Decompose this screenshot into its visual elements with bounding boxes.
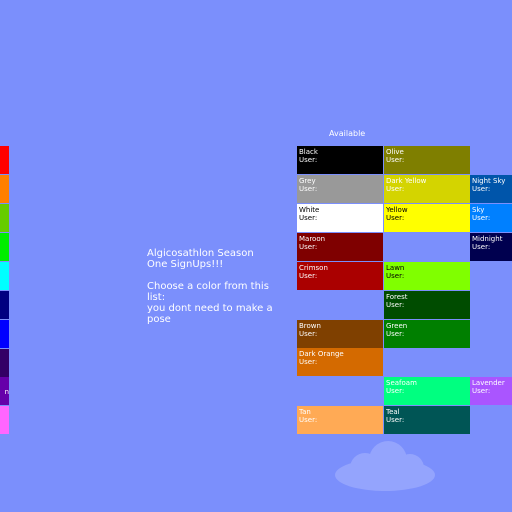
left-swatch: [0, 233, 9, 261]
color-name: Dark Yellow: [386, 177, 427, 185]
user-label: User:: [299, 156, 318, 164]
color-name: Brown: [299, 322, 321, 330]
left-swatch: [0, 175, 9, 203]
color-name: Green: [386, 322, 408, 330]
user-label: User:: [299, 416, 318, 424]
color-name: Seafoam: [386, 379, 417, 387]
user-label: User:: [386, 301, 405, 309]
color-tile-green[interactable]: Green User:: [384, 320, 470, 348]
available-heading: Available: [329, 129, 366, 138]
color-tile-lavender[interactable]: Lavender User:: [470, 377, 512, 405]
user-label: User:: [472, 214, 491, 222]
color-tile-forest[interactable]: Forest User:: [384, 291, 470, 319]
color-tile-sky[interactable]: Sky User:: [470, 204, 512, 232]
color-name: Tan: [299, 408, 311, 416]
color-name: Maroon: [299, 235, 326, 243]
left-swatch: [0, 349, 9, 377]
cloud-decoration: [335, 441, 435, 491]
color-tile-brown[interactable]: Brown User:: [297, 320, 383, 348]
left-swatch: [0, 146, 9, 174]
left-swatch: [0, 291, 9, 319]
user-label: User:: [386, 214, 405, 222]
color-name: Lavender: [472, 379, 505, 387]
color-name: Black: [299, 148, 318, 156]
left-swatch: [0, 320, 9, 348]
user-label: User:: [299, 185, 318, 193]
left-swatch: [0, 204, 9, 232]
color-name: Midnight: [472, 235, 503, 243]
color-tile-dark-yellow[interactable]: Dark Yellow User:: [384, 175, 470, 203]
color-tile-black[interactable]: Black User:: [297, 146, 383, 174]
color-name: Grey: [299, 177, 316, 185]
color-name: Dark Orange: [299, 350, 344, 358]
color-name: Crimson: [299, 264, 328, 272]
color-tile-grey[interactable]: Grey User:: [297, 175, 383, 203]
left-swatch: n: [0, 377, 9, 405]
user-label: User:: [299, 214, 318, 222]
color-tile-night-sky[interactable]: Night Sky User:: [470, 175, 512, 203]
user-label: User:: [386, 416, 405, 424]
user-label: User:: [299, 330, 318, 338]
color-name: Forest: [386, 293, 408, 301]
user-label: User:: [299, 272, 318, 280]
color-tile-crimson[interactable]: Crimson User:: [297, 262, 383, 290]
user-label: User:: [386, 185, 405, 193]
user-label: User:: [472, 185, 491, 193]
color-tile-white[interactable]: White User:: [297, 204, 383, 232]
user-label: User:: [386, 156, 405, 164]
user-label: User:: [472, 243, 491, 251]
user-label: User:: [472, 387, 491, 395]
user-label: User:: [386, 330, 405, 338]
user-label: User:: [386, 272, 405, 280]
color-tile-dark-orange[interactable]: Dark Orange User:: [297, 348, 383, 376]
color-tile-seafoam[interactable]: Seafoam User:: [384, 377, 470, 405]
color-name: Olive: [386, 148, 404, 156]
user-label: User:: [299, 358, 318, 366]
color-tile-tan[interactable]: Tan User:: [297, 406, 383, 434]
color-name: Night Sky: [472, 177, 506, 185]
color-tile-yellow[interactable]: Yellow User:: [384, 204, 470, 232]
color-tile-midnight[interactable]: Midnight User:: [470, 233, 512, 261]
color-tile-lawn[interactable]: Lawn User:: [384, 262, 470, 290]
left-swatch: [0, 262, 9, 290]
color-name: Teal: [386, 408, 400, 416]
color-name: White: [299, 206, 320, 214]
color-tile-olive[interactable]: Olive User:: [384, 146, 470, 174]
intro-text: Algicosathlon Season One SignUps!!! Choo…: [147, 248, 273, 325]
left-swatch: [0, 406, 9, 434]
user-label: User:: [386, 387, 405, 395]
user-label: User:: [299, 243, 318, 251]
color-name: Sky: [472, 206, 485, 214]
left-swatch-label: n: [4, 388, 9, 396]
color-name: Yellow: [386, 206, 408, 214]
color-tile-maroon[interactable]: Maroon User:: [297, 233, 383, 261]
color-name: Lawn: [386, 264, 405, 272]
color-tile-teal[interactable]: Teal User:: [384, 406, 470, 434]
